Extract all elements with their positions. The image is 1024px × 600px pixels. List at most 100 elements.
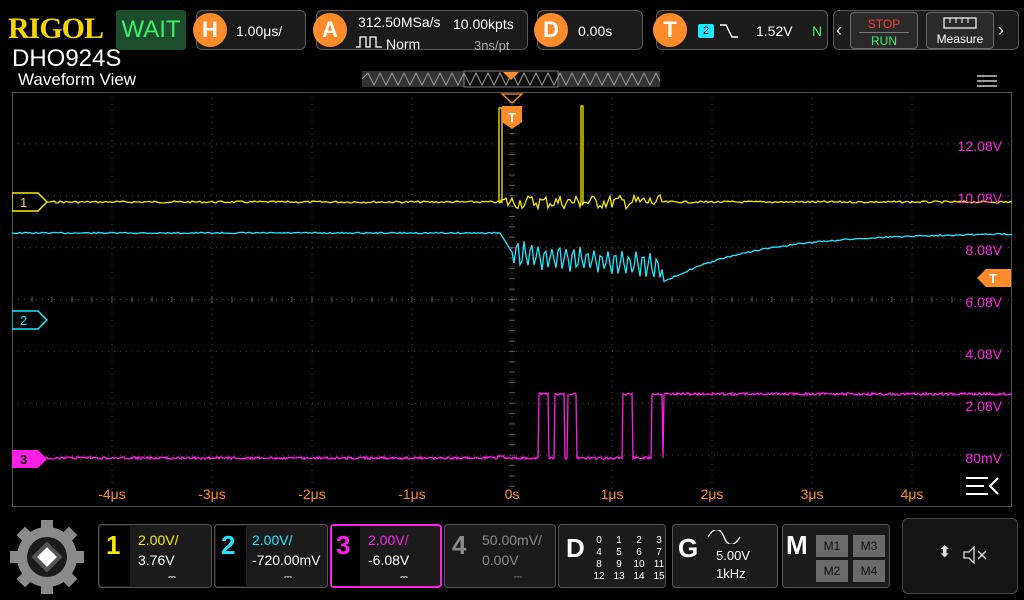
trigger-position-label: T — [508, 110, 516, 125]
y-axis-label: 10.08V — [957, 190, 1002, 206]
ch1-marker-label: 1 — [20, 195, 28, 210]
y-axis-label: 2.08V — [965, 398, 1002, 414]
stop-label: STOP — [867, 17, 901, 31]
sample-rate: 312.50MSa/s — [358, 14, 441, 30]
digital-channel-label: 9 — [616, 559, 622, 570]
model-name: DHO924S — [12, 45, 122, 72]
math-slot[interactable]: M4 — [853, 560, 885, 582]
digital-channel-label: 11 — [653, 559, 665, 570]
delay-offset: 0.00s — [578, 23, 613, 39]
usb-icon[interactable]: ⬍ — [938, 544, 951, 562]
view-title: Waveform View — [18, 70, 137, 89]
ruler-icon — [943, 17, 977, 29]
run-state-badge[interactable]: WAIT — [116, 10, 186, 50]
y-axis-label: 6.08V — [965, 294, 1002, 310]
digital-channel-label: 1 — [616, 535, 622, 546]
sine-wave-icon — [707, 530, 741, 544]
digital-channel-label: 13 — [613, 571, 625, 582]
run-label: RUN — [871, 34, 897, 48]
trigger-level-label: T — [989, 271, 997, 286]
x-axis-label: 4μs — [900, 486, 924, 502]
x-axis-label: 2μs — [700, 486, 724, 502]
memory-depth: 10.00kpts — [453, 16, 514, 32]
digital-channel-label: 6 — [636, 547, 642, 558]
generator-key: G — [678, 533, 699, 563]
digital-channel-grid: 0 1 2 3 4 5 6 7 8 9 10 11 12 13 14 15 — [590, 535, 664, 585]
dc-coupling-icon: ⎓ — [400, 572, 408, 583]
home-gear-icon[interactable] — [10, 520, 84, 594]
horizontal-key-icon[interactable]: H — [193, 13, 227, 47]
digital-channel-label: 0 — [596, 535, 602, 546]
horizontal-scale: 1.00μs/ — [236, 23, 283, 39]
trigger-sweep: N — [812, 23, 823, 39]
hamburger-icon[interactable] — [977, 74, 997, 88]
x-axis-label: -2μs — [298, 486, 326, 502]
ch3-offset: -6.08V — [368, 552, 410, 568]
time-resolution: 3ns/pt — [474, 38, 510, 53]
digital-channel-label: 7 — [656, 547, 662, 558]
x-axis-label: 3μs — [800, 486, 824, 502]
digital-key: D — [566, 533, 585, 563]
falling-edge-icon — [720, 24, 738, 38]
digital-channel-label: 15 — [653, 571, 665, 582]
ch3-scale: 2.00V/ — [368, 532, 409, 548]
waveform-plot[interactable] — [12, 92, 1012, 507]
dc-coupling-icon: ⎓ — [514, 572, 522, 583]
memory-position-bar[interactable] — [362, 69, 660, 89]
ch2-scale: 2.00V/ — [252, 532, 293, 548]
dc-coupling-icon: ⎓ — [168, 572, 176, 583]
ch2-marker[interactable] — [12, 310, 48, 330]
generator-frequency: 1kHz — [716, 566, 746, 581]
acquire-mode-icon — [356, 36, 382, 48]
chevron-right-icon[interactable]: › — [998, 20, 1004, 40]
digital-channel-label: 5 — [616, 547, 622, 558]
speaker-mute-icon[interactable] — [962, 546, 988, 564]
generator-amplitude: 5.00V — [716, 548, 750, 563]
ch2-marker-label: 2 — [20, 313, 28, 328]
math-slot[interactable]: M3 — [853, 535, 885, 557]
chevron-left-icon[interactable]: ‹ — [836, 20, 842, 40]
digital-channel-label: 2 — [636, 535, 642, 546]
system-tray — [902, 518, 1018, 594]
digital-channel-label: 14 — [633, 571, 645, 582]
x-axis-label: -1μs — [398, 486, 426, 502]
acquire-mode: Norm — [386, 36, 421, 52]
ch4-scale: 50.00mV/ — [482, 532, 542, 548]
measure-button[interactable]: Measure — [926, 12, 994, 49]
ch3-marker[interactable] — [12, 449, 48, 469]
x-axis-label: 1μs — [600, 486, 624, 502]
ch1-offset: 3.76V — [138, 552, 175, 568]
ch1-marker[interactable] — [12, 192, 48, 212]
ch2-number: 2 — [221, 530, 236, 560]
ch3-number: 3 — [336, 530, 351, 560]
brand-logo: RIGOL — [8, 12, 104, 45]
dc-coupling-icon: ⎓ — [284, 572, 292, 583]
digital-channel-label: 8 — [596, 559, 602, 570]
measure-label: Measure — [936, 32, 984, 46]
divider — [859, 32, 909, 33]
collapse-menu-icon[interactable] — [964, 474, 1000, 498]
y-axis-label: 12.08V — [957, 138, 1002, 154]
y-axis-label: 4.08V — [965, 346, 1002, 362]
trigger-source-badge: 2 — [698, 24, 714, 38]
digital-channel-label: 10 — [633, 559, 645, 570]
digital-channel-label: 12 — [593, 571, 605, 582]
digital-channel-label: 4 — [596, 547, 602, 558]
ch4-number: 4 — [452, 530, 467, 560]
x-axis-label: 0s — [504, 486, 520, 502]
stop-run-button[interactable]: STOP RUN — [850, 12, 918, 49]
delay-key-icon[interactable]: D — [534, 13, 568, 47]
math-slot[interactable]: M2 — [816, 560, 848, 582]
trigger-level: 1.52V — [756, 23, 793, 39]
top-bar: RIGOL DHO924S WAIT H 1.00μs/ A 312.50MSa… — [0, 0, 1024, 71]
x-axis-label: -3μs — [198, 486, 226, 502]
y-axis-label: 8.08V — [965, 242, 1002, 258]
ch4-offset: 0.00V — [482, 552, 519, 568]
ch1-number: 1 — [106, 530, 121, 560]
trigger-key-icon[interactable]: T — [653, 13, 687, 47]
acquire-key-icon[interactable]: A — [313, 13, 347, 47]
y-axis-label: 80mV — [965, 450, 1002, 466]
math-slot[interactable]: M1 — [816, 535, 848, 557]
ch3-marker-label: 3 — [20, 452, 28, 467]
math-key: M — [786, 530, 808, 560]
